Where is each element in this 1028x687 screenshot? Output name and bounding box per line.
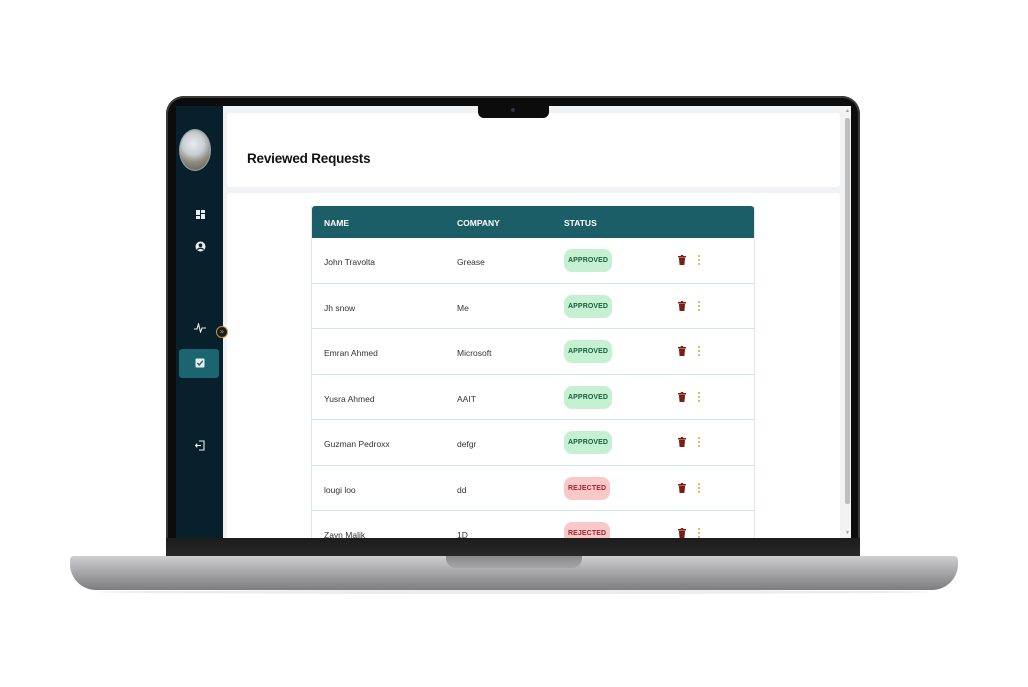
sidebar-item-dashboard[interactable]: [191, 205, 209, 223]
avatar[interactable]: [179, 129, 211, 171]
more-vertical-icon[interactable]: [697, 300, 701, 312]
screen-bezel-bottom: [166, 538, 860, 558]
table-row: Emran Ahmed Microsoft APPROVED: [312, 329, 754, 375]
scroll-up-icon[interactable]: ▲: [845, 108, 850, 114]
cell-name: Emran Ahmed: [324, 348, 378, 358]
cell-name: Jh snow: [324, 302, 356, 313]
table-row: Zayn Malik 1D REJECTED: [312, 511, 754, 538]
activity-icon: [194, 323, 206, 333]
camera-icon: [511, 108, 515, 112]
page-title: Reviewed Requests: [247, 151, 371, 166]
cell-company: 1D: [457, 530, 468, 538]
sidebar-item-reviewed-icon-wrap: [191, 354, 209, 372]
table-row: Jh snow Me APPROVED: [312, 284, 754, 329]
camera-notch: [478, 104, 549, 118]
more-vertical-icon[interactable]: [697, 254, 701, 266]
scrollbar[interactable]: ▲ ▼: [844, 106, 851, 538]
status-badge: REJECTED: [564, 476, 611, 500]
trash-icon[interactable]: [678, 482, 686, 493]
trash-icon[interactable]: [678, 437, 686, 447]
sidebar-item-profile[interactable]: [191, 237, 209, 255]
more-vertical-icon[interactable]: [697, 482, 701, 494]
status-badge: APPROVED: [564, 294, 613, 318]
cell-name: Yusra Ahmed: [324, 393, 375, 404]
trash-icon[interactable]: [678, 528, 686, 538]
logout-icon: [195, 439, 205, 451]
table-header: NAME COMPANY STATUS: [312, 206, 754, 238]
scroll-down-icon[interactable]: ▼: [845, 530, 850, 536]
more-vertical-icon[interactable]: [697, 436, 701, 448]
cell-company: Me: [457, 302, 469, 313]
collapse-arrows-icon[interactable]: »: [216, 326, 228, 338]
trash-icon[interactable]: [678, 391, 686, 402]
trash-icon[interactable]: [678, 300, 686, 311]
table-row: John Travolta Grease APPROVED: [312, 238, 754, 284]
status-badge: APPROVED: [564, 431, 613, 454]
more-vertical-icon[interactable]: [697, 527, 701, 538]
status-badge: APPROVED: [564, 340, 613, 363]
app-screen: » Reviewed Requests NAME COMPANY STATUS …: [176, 106, 851, 538]
cell-company: AAIT: [457, 393, 476, 404]
sidebar-item-logout[interactable]: [191, 436, 209, 454]
table-row: Yusra Ahmed AAIT APPROVED: [312, 375, 754, 420]
cell-company: Microsoft: [457, 348, 492, 358]
column-header-name[interactable]: NAME: [324, 218, 349, 228]
cell-company: dd: [457, 484, 467, 495]
cell-name: John Travolta: [324, 257, 376, 267]
column-header-company[interactable]: COMPANY: [457, 218, 500, 228]
status-badge: REJECTED: [564, 522, 611, 538]
sidebar: [176, 106, 223, 538]
user-icon: [195, 241, 205, 251]
status-badge: APPROVED: [564, 385, 613, 409]
more-vertical-icon[interactable]: [697, 391, 701, 403]
cell-name: Guzman Pedroxx: [324, 439, 390, 449]
requests-table: NAME COMPANY STATUS John Travolta Grease…: [311, 206, 755, 538]
status-badge: APPROVED: [564, 249, 613, 272]
trash-icon[interactable]: [678, 255, 686, 265]
table-row: Guzman Pedroxx defgr APPROVED: [312, 420, 754, 466]
dashboard-icon: [195, 209, 205, 219]
column-header-status[interactable]: STATUS: [564, 218, 597, 228]
table-row: lougi loo dd REJECTED: [312, 466, 754, 511]
cell-name: Zayn Malik: [324, 530, 366, 538]
cell-name: lougi loo: [324, 484, 356, 495]
laptop-shadow: [100, 590, 928, 594]
cell-company: defgr: [457, 439, 477, 449]
sidebar-item-activity[interactable]: [191, 319, 209, 337]
cell-company: Grease: [457, 257, 485, 267]
scroll-thumb[interactable]: [845, 118, 850, 504]
laptop-base-notch: [446, 556, 582, 568]
more-vertical-icon[interactable]: [697, 345, 701, 357]
check-square-icon: [195, 358, 205, 368]
page-header: Reviewed Requests: [227, 113, 840, 187]
trash-icon[interactable]: [678, 346, 686, 356]
